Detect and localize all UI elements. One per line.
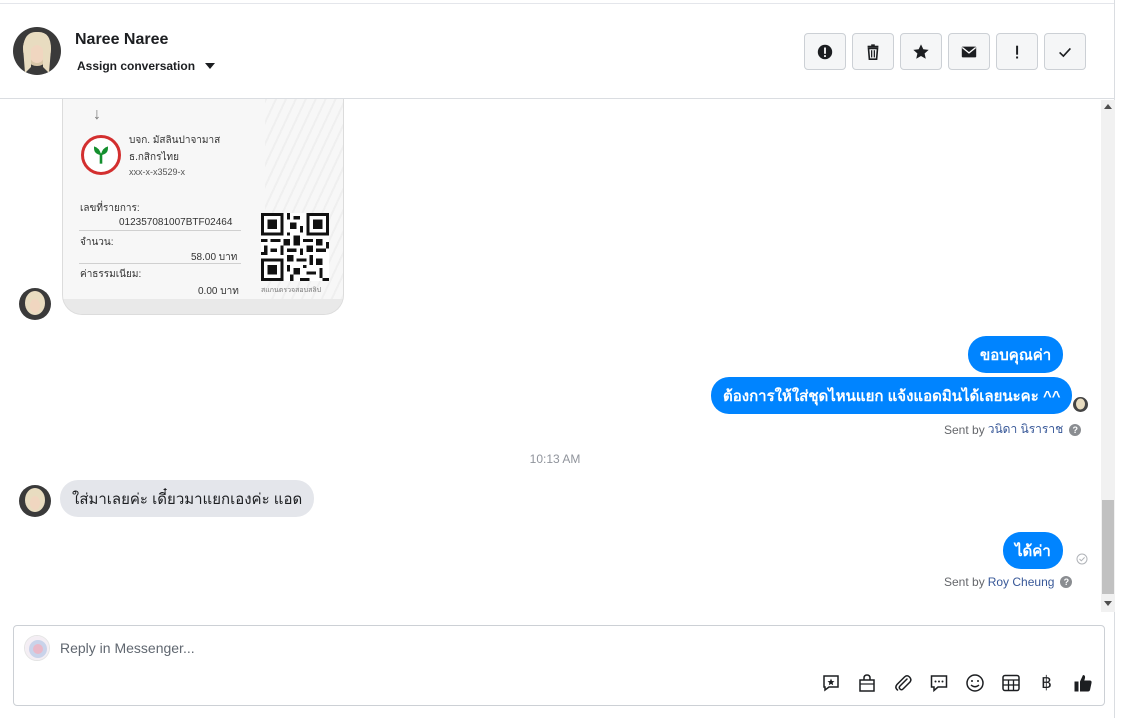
caret-down-icon [205, 63, 216, 69]
follow-up-button[interactable] [996, 33, 1038, 70]
fee-value: 0.00 บาท [198, 286, 239, 297]
table-button[interactable] [999, 671, 1022, 694]
outgoing-message[interactable]: ได้ค่า [1003, 532, 1063, 569]
scroll-up-arrow-icon[interactable] [1104, 104, 1112, 109]
saved-reply-icon [822, 674, 839, 691]
mark-spam-button[interactable] [804, 33, 846, 70]
payee-name: บจก. มัสลินปาจามาส [129, 135, 221, 146]
down-arrow-icon: ↓ [93, 106, 101, 123]
help-icon[interactable]: ? [1069, 423, 1082, 436]
trash-icon [867, 43, 879, 60]
divider [79, 263, 241, 264]
outgoing-message[interactable]: ขอบคุณค่า [968, 336, 1064, 373]
shopping-bag-icon [858, 673, 875, 692]
table-icon [1001, 674, 1020, 691]
qr-code [261, 213, 329, 281]
help-icon[interactable]: ? [1060, 576, 1073, 588]
emoji-button[interactable] [963, 671, 986, 694]
emoji-icon [965, 673, 984, 692]
sent-by-prefix: Sent by [944, 422, 985, 437]
bank-name: ธ.กสิกรไทย [129, 152, 179, 163]
quick-reply-button[interactable] [927, 671, 950, 694]
ref-label: เลขที่รายการ: [80, 203, 140, 214]
saved-reply-button[interactable] [819, 671, 842, 694]
qr-caption: สแกนตรวจสอบสลิป [261, 287, 322, 294]
scroll-down-arrow-icon[interactable] [1104, 601, 1112, 606]
star-button[interactable] [900, 33, 942, 70]
contact-avatar-small[interactable] [19, 288, 51, 320]
thumbs-up-icon [1074, 674, 1092, 691]
outgoing-message[interactable]: ต้องการให้ใส่ชุดไหนแยก แจ้งแอดมินได้เลยน… [711, 377, 1073, 414]
contact-name: Naree Naree [75, 31, 169, 48]
assign-conversation-dropdown[interactable]: Assign conversation [77, 59, 216, 73]
sender-name[interactable]: วนิดา นิราราช [988, 420, 1064, 439]
shop-button[interactable] [855, 671, 878, 694]
page-avatar [24, 635, 50, 661]
account-number: xxx-x-x3529-x [129, 167, 186, 177]
exclamation-icon [1016, 45, 1019, 58]
message-timestamp: 10:13 AM [529, 452, 581, 466]
mark-done-button[interactable] [1044, 33, 1086, 70]
incoming-message[interactable]: ใส่มาเลยค่ะ เดี๋ยวมาแยกเองค่ะ แอด [60, 480, 315, 517]
composer-toolbar: ฿ [819, 671, 1094, 694]
contact-avatar[interactable] [13, 27, 61, 75]
star-icon [913, 43, 929, 59]
paperclip-icon [894, 674, 912, 691]
contact-avatar-small[interactable] [19, 485, 51, 517]
mark-unread-button[interactable] [948, 33, 990, 70]
sender-name[interactable]: Roy Cheung [988, 575, 1055, 589]
action-toolbar [804, 33, 1086, 70]
attach-button[interactable] [891, 671, 914, 694]
fee-label: ค่าธรรมเนียม: [80, 269, 142, 280]
conversation-header: Naree Naree Assign conversation [0, 4, 1114, 99]
slip-body: ↓ บจก. มัสลินปาจามาส ธ.กสิกรไทย xxx-x-x3… [63, 99, 343, 299]
ref-value: 012357081007BTF02464 [119, 217, 233, 228]
scrollbar-thumb[interactable] [1102, 500, 1114, 594]
payment-slip-image[interactable]: ↓ บจก. มัสลินปาจามาส ธ.กสิกรไทย xxx-x-x3… [62, 99, 344, 315]
like-button[interactable] [1071, 671, 1094, 694]
slip-footer [63, 299, 343, 314]
payment-button[interactable]: ฿ [1035, 671, 1058, 694]
envelope-icon [961, 46, 977, 57]
delivered-check-icon [1076, 553, 1088, 565]
delete-button[interactable] [852, 33, 894, 70]
sent-by-label: Sent by วนิดา นิราราช ? [944, 420, 1082, 439]
baht-icon: ฿ [1041, 672, 1052, 693]
chat-bubble-icon [930, 674, 947, 692]
kbank-logo [81, 135, 121, 175]
checkmark-icon [1059, 47, 1071, 57]
read-receipt-avatar [1073, 397, 1088, 412]
divider [79, 230, 241, 231]
sent-by-label: Sent by Roy Cheung ? [944, 575, 1073, 589]
sent-by-prefix: Sent by [944, 575, 985, 589]
reply-composer: ฿ [13, 625, 1105, 706]
assign-conversation-label: Assign conversation [77, 59, 196, 73]
alert-icon [817, 44, 833, 59]
reply-input[interactable] [60, 637, 760, 659]
amount-label: จำนวน: [80, 237, 114, 248]
